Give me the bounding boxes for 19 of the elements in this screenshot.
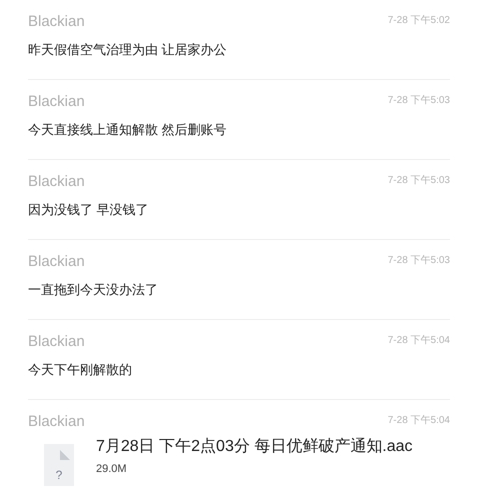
sender-name: Blackian bbox=[28, 172, 85, 192]
sender-name: Blackian bbox=[28, 92, 85, 112]
message-time: 7-28 下午5:03 bbox=[388, 94, 450, 108]
file-size: 29.0M bbox=[96, 462, 128, 476]
message-text: 昨天假借空气治理为由 让居家办公 bbox=[28, 42, 227, 57]
message-time: 7-28 下午5:04 bbox=[388, 334, 450, 348]
sender-name: Blackian bbox=[28, 12, 85, 32]
message-text: 今天下午刚解散的 bbox=[28, 362, 132, 377]
sender-name: Blackian bbox=[28, 252, 85, 272]
file-name[interactable]: 7月28日 下午2点03分 每日优鲜破产通知.aac bbox=[96, 436, 413, 458]
message-text: 今天直接线上通知解散 然后删账号 bbox=[28, 122, 227, 137]
message-time: 7-28 下午5:04 bbox=[388, 414, 450, 428]
message-time: 7-28 下午5:03 bbox=[388, 254, 450, 268]
message-text: 一直拖到今天没办法了 bbox=[28, 282, 158, 297]
message-time: 7-28 下午5:02 bbox=[388, 14, 450, 28]
sender-name: Blackian bbox=[28, 412, 85, 432]
sender-name: Blackian bbox=[28, 332, 85, 352]
message-text: 因为没钱了 早没钱了 bbox=[28, 202, 149, 217]
message-time: 7-28 下午5:03 bbox=[388, 174, 450, 188]
